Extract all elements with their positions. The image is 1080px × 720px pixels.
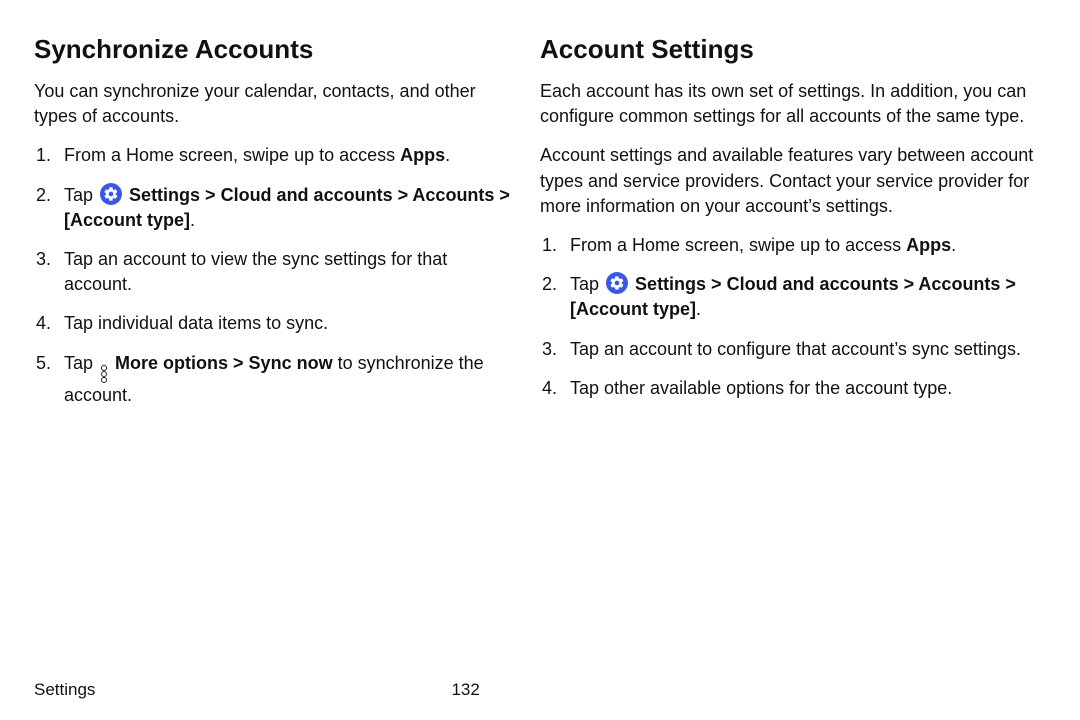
steps-right: From a Home screen, swipe up to access A… <box>540 233 1046 401</box>
settings-icon <box>606 272 628 294</box>
left-column: Synchronize Accounts You can synchronize… <box>34 34 540 680</box>
footer-section: Settings <box>34 680 95 700</box>
page-footer: Settings 132 <box>0 680 1080 700</box>
settings-icon <box>100 183 122 205</box>
step-bold: Apps <box>400 145 445 165</box>
intro-right-2: Account settings and available features … <box>540 143 1046 219</box>
step-text: From a Home screen, swipe up to access <box>570 235 906 255</box>
list-item: Tap Settings > Cloud and accounts > Acco… <box>56 183 512 233</box>
list-item: Tap an account to view the sync settings… <box>56 247 512 297</box>
list-item: Tap More options > Sync now to synchroni… <box>56 351 512 408</box>
footer-page-number: 132 <box>451 680 479 700</box>
list-item: Tap an account to configure that account… <box>562 337 1046 362</box>
more-options-icon <box>101 365 107 383</box>
step-bold: Apps <box>906 235 951 255</box>
list-item: Tap individual data items to sync. <box>56 311 512 336</box>
step-text: Tap <box>64 185 98 205</box>
step-text: . <box>696 299 701 319</box>
step-bold: Settings > Cloud and accounts > Accounts… <box>570 274 1016 319</box>
intro-right-1: Each account has its own set of settings… <box>540 79 1046 129</box>
list-item: From a Home screen, swipe up to access A… <box>56 143 512 168</box>
heading-synchronize-accounts: Synchronize Accounts <box>34 34 512 65</box>
step-text: Tap <box>570 274 604 294</box>
step-bold: More options > Sync now <box>115 353 333 373</box>
step-text: From a Home screen, swipe up to access <box>64 145 400 165</box>
steps-left: From a Home screen, swipe up to access A… <box>34 143 512 407</box>
step-text: Tap <box>64 353 98 373</box>
list-item: Tap other available options for the acco… <box>562 376 1046 401</box>
heading-account-settings: Account Settings <box>540 34 1046 65</box>
step-text: . <box>445 145 450 165</box>
page-body: Synchronize Accounts You can synchronize… <box>0 0 1080 680</box>
step-text: . <box>951 235 956 255</box>
list-item: Tap Settings > Cloud and accounts > Acco… <box>562 272 1046 322</box>
right-column: Account Settings Each account has its ow… <box>540 34 1046 680</box>
list-item: From a Home screen, swipe up to access A… <box>562 233 1046 258</box>
intro-left: You can synchronize your calendar, conta… <box>34 79 512 129</box>
step-text: . <box>190 210 195 230</box>
step-bold: Settings > Cloud and accounts > Accounts… <box>64 185 510 230</box>
